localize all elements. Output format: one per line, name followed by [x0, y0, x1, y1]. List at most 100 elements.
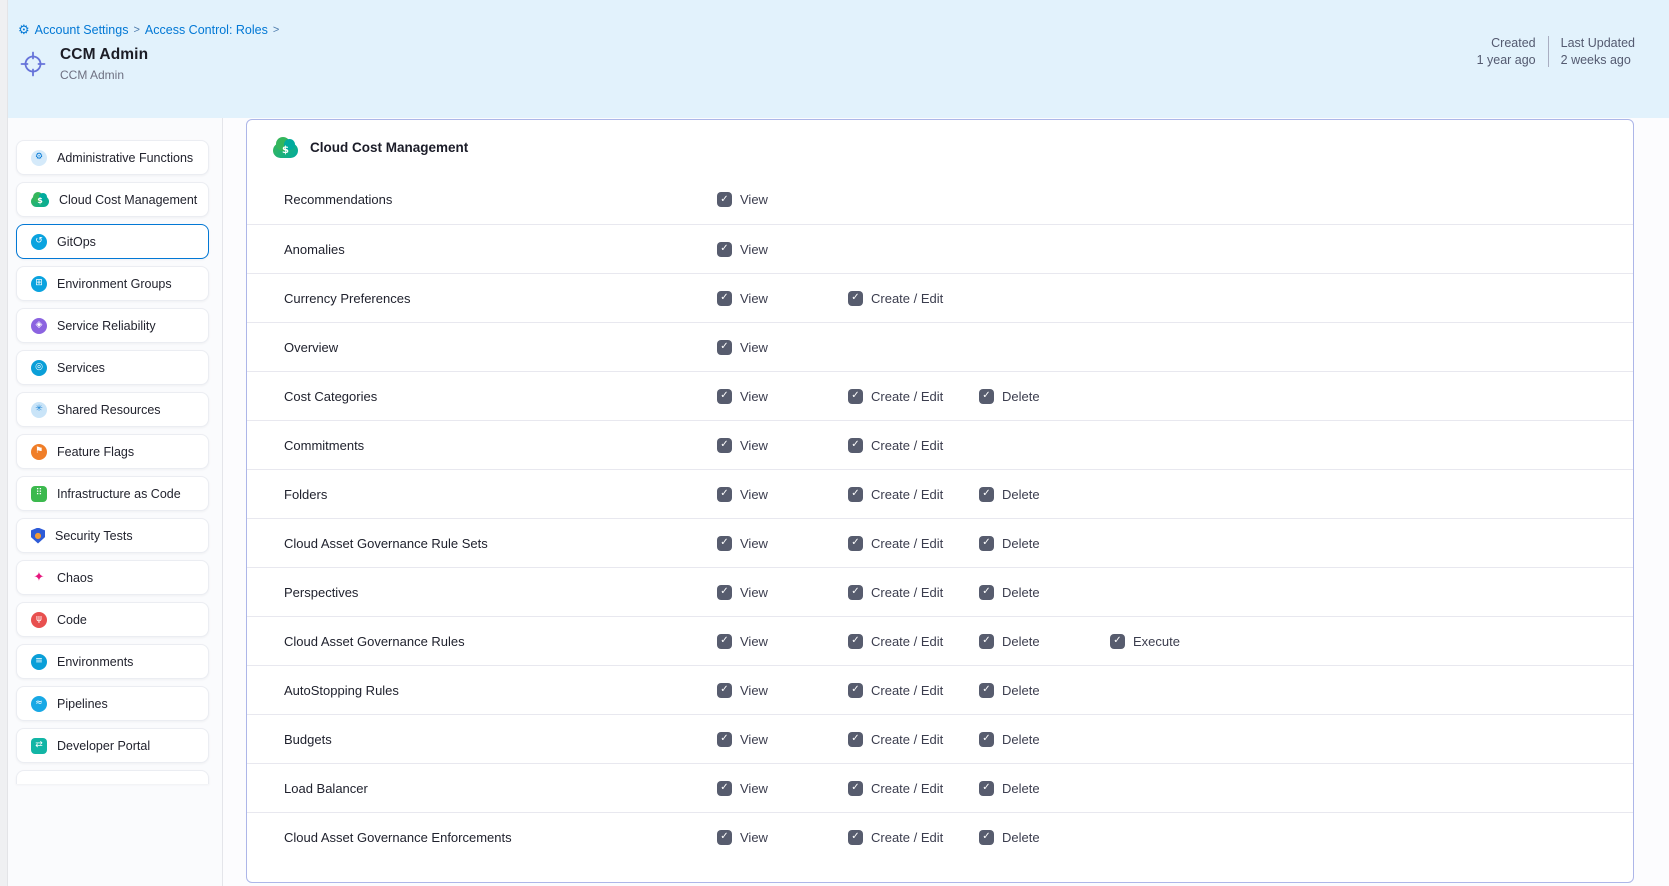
permission-execute-checkbox[interactable]: ✓ Execute — [1110, 634, 1241, 649]
cloud-cost-management-icon: $ — [273, 143, 298, 158]
sidebar-item-label: GitOps — [57, 235, 96, 249]
permission-create-edit-checkbox[interactable]: ✓ Create / Edit — [848, 536, 979, 551]
permission-view-checkbox[interactable]: ✓ View — [717, 830, 848, 845]
sidebar-item-environment-groups[interactable]: ⊞ Environment Groups — [16, 266, 209, 301]
checkbox-checked-icon[interactable]: ✓ — [717, 487, 732, 502]
checkbox-checked-icon[interactable]: ✓ — [848, 634, 863, 649]
sidebar-item-services[interactable]: ◎ Services — [16, 350, 209, 385]
sidebar-item-partial[interactable] — [16, 770, 209, 784]
checkbox-checked-icon[interactable]: ✓ — [848, 585, 863, 600]
permission-create-edit-checkbox[interactable]: ✓ Create / Edit — [848, 291, 979, 306]
permission-create-edit-checkbox[interactable]: ✓ Create / Edit — [848, 634, 979, 649]
meta-divider — [1548, 36, 1549, 67]
permission-delete-checkbox[interactable]: ✓ Delete — [979, 389, 1110, 404]
permission-label-view: View — [740, 830, 768, 845]
sidebar-item-infrastructure-as-code[interactable]: ⠿ Infrastructure as Code — [16, 476, 209, 511]
sidebar-item-label: Environment Groups — [57, 277, 172, 291]
permission-create-edit-checkbox[interactable]: ✓ Create / Edit — [848, 830, 979, 845]
permission-create-edit-checkbox[interactable]: ✓ Create / Edit — [848, 389, 979, 404]
permission-view-checkbox[interactable]: ✓ View — [717, 634, 848, 649]
permission-view-checkbox[interactable]: ✓ View — [717, 536, 848, 551]
permission-view-checkbox[interactable]: ✓ View — [717, 683, 848, 698]
permission-create-edit-checkbox[interactable]: ✓ Create / Edit — [848, 683, 979, 698]
permission-view-checkbox[interactable]: ✓ View — [717, 340, 848, 355]
checkbox-checked-icon[interactable]: ✓ — [979, 732, 994, 747]
permission-delete-checkbox[interactable]: ✓ Delete — [979, 487, 1110, 502]
permission-view-checkbox[interactable]: ✓ View — [717, 242, 848, 257]
permission-delete-checkbox[interactable]: ✓ Delete — [979, 634, 1110, 649]
resource-label: Recommendations — [284, 192, 717, 207]
checkbox-checked-icon[interactable]: ✓ — [979, 536, 994, 551]
permission-view-checkbox[interactable]: ✓ View — [717, 291, 848, 306]
permission-delete-checkbox[interactable]: ✓ Delete — [979, 536, 1110, 551]
permission-create-edit-checkbox[interactable]: ✓ Create / Edit — [848, 585, 979, 600]
permission-view-checkbox[interactable]: ✓ View — [717, 438, 848, 453]
checkbox-checked-icon[interactable]: ✓ — [979, 585, 994, 600]
checkbox-checked-icon[interactable]: ✓ — [717, 585, 732, 600]
checkbox-checked-icon[interactable]: ✓ — [979, 683, 994, 698]
sidebar-item-cloud-cost-management[interactable]: $ Cloud Cost Management — [16, 182, 209, 217]
checkbox-checked-icon[interactable]: ✓ — [717, 830, 732, 845]
sidebar-item-shared-resources[interactable]: ✳ Shared Resources — [16, 392, 209, 427]
checkbox-checked-icon[interactable]: ✓ — [848, 830, 863, 845]
checkbox-checked-icon[interactable]: ✓ — [848, 389, 863, 404]
checkbox-checked-icon[interactable]: ✓ — [979, 830, 994, 845]
checkbox-checked-icon[interactable]: ✓ — [848, 291, 863, 306]
checkbox-checked-icon[interactable]: ✓ — [717, 634, 732, 649]
checkbox-checked-icon[interactable]: ✓ — [1110, 634, 1125, 649]
sidebar-item-code[interactable]: ψ Code — [16, 602, 209, 637]
permission-view-checkbox[interactable]: ✓ View — [717, 585, 848, 600]
resource-label: Folders — [284, 487, 717, 502]
permission-delete-checkbox[interactable]: ✓ Delete — [979, 732, 1110, 747]
permission-view-checkbox[interactable]: ✓ View — [717, 781, 848, 796]
checkbox-checked-icon[interactable]: ✓ — [717, 683, 732, 698]
checkbox-checked-icon[interactable]: ✓ — [717, 389, 732, 404]
checkbox-checked-icon[interactable]: ✓ — [848, 781, 863, 796]
meta-block: Created 1 year ago Last Updated 2 weeks … — [1477, 36, 1635, 67]
sidebar-item-security-tests[interactable]: ● Security Tests — [16, 518, 209, 553]
permission-view-checkbox[interactable]: ✓ View — [717, 389, 848, 404]
checkbox-checked-icon[interactable]: ✓ — [717, 291, 732, 306]
sidebar-item-developer-portal[interactable]: ⇄ Developer Portal — [16, 728, 209, 763]
checkbox-checked-icon[interactable]: ✓ — [717, 192, 732, 207]
sidebar-item-service-reliability[interactable]: ◈ Service Reliability — [16, 308, 209, 343]
sidebar-item-gitops[interactable]: ↺ GitOps — [16, 224, 209, 259]
checkbox-checked-icon[interactable]: ✓ — [979, 634, 994, 649]
breadcrumb-link-access-control-roles[interactable]: Access Control: Roles — [145, 23, 268, 37]
sidebar-item-environments[interactable]: ≡ Environments — [16, 644, 209, 679]
resource-label: Cost Categories — [284, 389, 717, 404]
checkbox-checked-icon[interactable]: ✓ — [979, 781, 994, 796]
permission-create-edit-checkbox[interactable]: ✓ Create / Edit — [848, 732, 979, 747]
permission-create-edit-checkbox[interactable]: ✓ Create / Edit — [848, 438, 979, 453]
permission-delete-checkbox[interactable]: ✓ Delete — [979, 781, 1110, 796]
permission-delete-checkbox[interactable]: ✓ Delete — [979, 585, 1110, 600]
checkbox-checked-icon[interactable]: ✓ — [848, 683, 863, 698]
checkbox-checked-icon[interactable]: ✓ — [979, 389, 994, 404]
permission-delete-checkbox[interactable]: ✓ Delete — [979, 683, 1110, 698]
permission-delete-checkbox[interactable]: ✓ Delete — [979, 830, 1110, 845]
permission-view-checkbox[interactable]: ✓ View — [717, 487, 848, 502]
resource-label: Overview — [284, 340, 717, 355]
checkbox-checked-icon[interactable]: ✓ — [848, 487, 863, 502]
permission-view-checkbox[interactable]: ✓ View — [717, 192, 848, 207]
checkbox-checked-icon[interactable]: ✓ — [717, 242, 732, 257]
checkbox-checked-icon[interactable]: ✓ — [848, 438, 863, 453]
sidebar-item-feature-flags[interactable]: ⚑ Feature Flags — [16, 434, 209, 469]
sidebar-item-administrative-functions[interactable]: ⚙ Administrative Functions — [16, 140, 209, 175]
permission-create-edit-checkbox[interactable]: ✓ Create / Edit — [848, 781, 979, 796]
checkbox-checked-icon[interactable]: ✓ — [979, 487, 994, 502]
checkbox-checked-icon[interactable]: ✓ — [717, 340, 732, 355]
permission-view-checkbox[interactable]: ✓ View — [717, 732, 848, 747]
checkbox-checked-icon[interactable]: ✓ — [717, 438, 732, 453]
breadcrumb-link-account-settings[interactable]: Account Settings — [35, 23, 129, 37]
checkbox-checked-icon[interactable]: ✓ — [848, 536, 863, 551]
checkbox-checked-icon[interactable]: ✓ — [717, 732, 732, 747]
checkbox-checked-icon[interactable]: ✓ — [717, 781, 732, 796]
sidebar-item-chaos[interactable]: ✦ Chaos — [16, 560, 209, 595]
resource-label: Anomalies — [284, 242, 717, 257]
permission-create-edit-checkbox[interactable]: ✓ Create / Edit — [848, 487, 979, 502]
role-target-icon — [18, 49, 48, 79]
sidebar-item-pipelines[interactable]: ≈ Pipelines — [16, 686, 209, 721]
checkbox-checked-icon[interactable]: ✓ — [848, 732, 863, 747]
checkbox-checked-icon[interactable]: ✓ — [717, 536, 732, 551]
